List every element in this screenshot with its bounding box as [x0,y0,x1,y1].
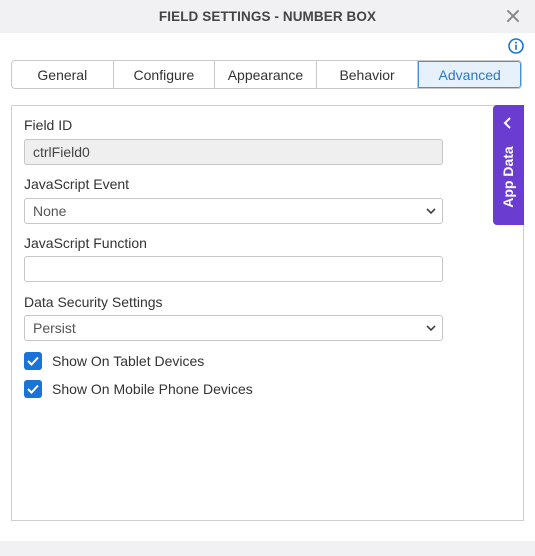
dialog-titlebar: FIELD SETTINGS - NUMBER BOX [0,0,535,33]
show-mobile-row: Show On Mobile Phone Devices [24,380,253,398]
show-mobile-checkbox[interactable] [24,380,42,398]
field-id-value: ctrlField0 [33,144,90,160]
app-data-panel-toggle[interactable]: App Data [493,105,524,225]
js-event-select[interactable]: None [24,198,443,224]
tab-appearance[interactable]: Appearance [215,61,317,88]
dialog-title: FIELD SETTINGS - NUMBER BOX [158,9,377,24]
show-mobile-label: Show On Mobile Phone Devices [52,381,253,397]
field-id-label: Field ID [24,117,73,133]
advanced-panel [11,105,524,521]
data-security-label: Data Security Settings [24,294,163,310]
js-event-label: JavaScript Event [24,176,130,192]
info-icon[interactable] [508,38,524,54]
chevron-left-icon [503,117,511,129]
show-tablet-label: Show On Tablet Devices [52,353,205,369]
close-button[interactable] [503,6,523,26]
tab-configure[interactable]: Configure [114,61,216,88]
tab-behavior[interactable]: Behavior [317,61,419,88]
js-function-input[interactable] [24,256,443,282]
show-tablet-row: Show On Tablet Devices [24,352,204,370]
field-id-input: ctrlField0 [24,139,443,165]
data-security-value: Persist [33,320,76,336]
tab-general[interactable]: General [12,61,114,88]
info-button[interactable] [508,38,524,54]
js-function-label: JavaScript Function [24,235,147,251]
tab-bar: General Configure Appearance Behavior Ad… [11,60,522,89]
show-tablet-checkbox[interactable] [24,352,42,370]
close-icon[interactable] [503,6,523,26]
chevron-down-icon [426,208,436,215]
checkmark-icon [27,384,39,394]
data-security-select[interactable]: Persist [24,315,443,341]
checkmark-icon [27,356,39,366]
tab-advanced[interactable]: Advanced [418,61,521,88]
app-data-label: App Data [500,146,516,208]
chevron-down-icon [426,325,436,332]
js-event-value: None [33,203,67,219]
